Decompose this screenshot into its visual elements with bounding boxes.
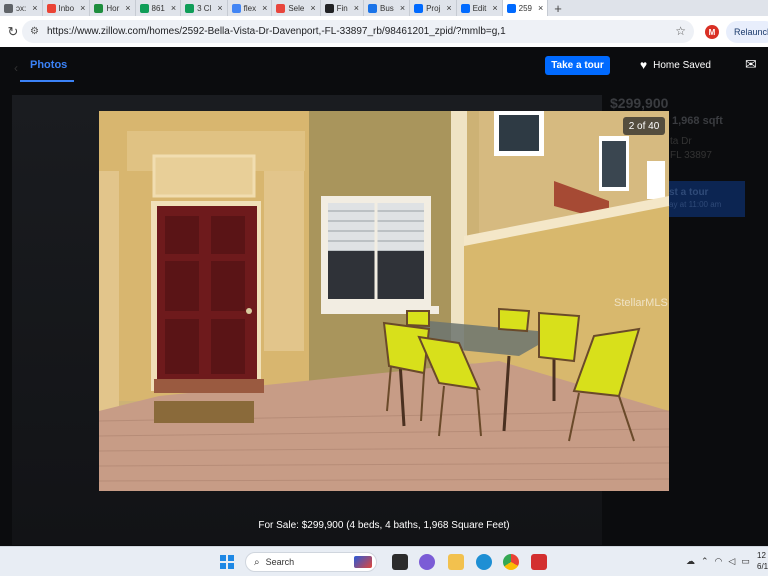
address-bar[interactable]: ⚙ https://www.zillow.com/homes/2592-Bell… [22,20,694,43]
profile-avatar[interactable]: M [705,25,719,39]
close-tab-icon[interactable]: × [125,3,130,13]
tab-label: Hor [106,3,120,13]
system-tray: ☁ ⌃ ◠ ◁ ▭ [686,556,750,567]
mls-watermark: StellarMLS [614,297,668,309]
background-price: $299,900 [610,95,669,111]
close-tab-icon[interactable]: × [262,3,267,13]
taskbar-search[interactable]: ⌕ Search [245,552,377,572]
close-tab-icon[interactable]: × [492,3,497,13]
tab-label: Sele [288,3,305,13]
share-mail-icon[interactable]: ✉ [745,56,757,73]
clock-time: 12 [757,551,766,560]
new-tab-button[interactable]: + [548,1,568,16]
tab-favicon-icon [139,3,149,13]
tab-favicon-icon [460,3,470,13]
tab-label: Bus [380,3,394,13]
tab-favicon-icon [324,3,334,13]
close-tab-icon[interactable]: × [171,3,176,13]
listing-photo[interactable]: StellarMLS [99,111,669,491]
page: $299,900 1,968 sqft ta Dr FL 33897 st a … [0,47,768,546]
background-address-line-1: ta Dr [670,136,692,147]
browser-tab[interactable]: 861 × [136,0,182,16]
clock[interactable]: 12 6/1 [757,550,768,572]
relaunch-button[interactable]: Relaunch t [726,21,768,43]
taskbar-search-label: Search [265,557,295,567]
edge-icon[interactable] [476,554,492,570]
back-arrow-icon[interactable]: ‹ [14,61,18,75]
background-sqft: 1,968 sqft [672,115,723,127]
background-address-line-2: FL 33897 [670,150,712,161]
background-address: ta Dr FL 33897 [670,135,712,163]
volume-icon[interactable]: ◁ [728,556,735,567]
browser-tab[interactable]: Inbo × [43,0,91,16]
browser-tab[interactable]: Fin × [321,0,365,16]
tab-photos-underline [20,80,74,82]
battery-icon[interactable]: ▭ [741,556,750,567]
browser-tab[interactable]: Sele × [272,0,321,16]
background-tour-time: ay at 11:00 am [669,200,722,209]
close-tab-icon[interactable]: × [32,3,37,13]
browser-tab[interactable]: 259 × [502,0,549,16]
file-explorer-icon[interactable] [448,554,464,570]
tab-label: Proj [426,3,441,13]
clock-date: 6/1 [757,562,768,571]
photo-caption: For Sale: $299,900 (4 beds, 4 baths, 1,9… [258,520,510,531]
site-info-icon[interactable]: ⚙ [30,26,39,37]
chevron-up-icon[interactable]: ⌃ [701,556,709,567]
close-tab-icon[interactable]: × [400,3,405,13]
patio-photo-illustration: StellarMLS [99,111,669,491]
browser-tab[interactable]: Bus × [364,0,411,16]
search-icon: ⌕ [254,556,260,568]
browser-tab[interactable]: Hor × [90,0,136,16]
cloud-icon[interactable]: ☁ [686,556,695,567]
search-highlight-icon [354,556,372,568]
task-view-icon[interactable] [392,554,408,570]
close-tab-icon[interactable]: × [80,3,85,13]
tab-label: Edit [472,3,487,13]
tab-label: 3 Cl [197,3,212,13]
close-tab-icon[interactable]: × [217,3,222,13]
photo-counter: 2 of 40 [623,117,665,135]
take-a-tour-button[interactable]: Take a tour [545,56,610,75]
browser-toolbar: ↻ ⚙ https://www.zillow.com/homes/2592-Be… [0,16,768,47]
tab-favicon-icon [414,3,424,13]
tab-favicon-icon [94,3,104,13]
tab-strip: ɔx: × Inbo × Hor × 861 × 3 Cl × flex × Sele × Fin × Bus ×… [0,0,768,16]
wifi-icon[interactable]: ◠ [715,556,723,567]
home-saved-label: Home Saved [653,59,711,71]
tab-label: ɔx: [16,3,27,13]
tab-label: flex [243,3,257,13]
bookmark-star-icon[interactable]: ☆ [675,24,686,38]
tab-favicon-icon [231,3,241,13]
browser-tab[interactable]: 3 Cl × [181,0,228,16]
chrome-icon[interactable] [503,554,519,570]
close-tab-icon[interactable]: × [354,3,359,13]
tab-favicon-icon [185,3,195,13]
windows-start-icon[interactable] [220,555,234,569]
url-text: https://www.zillow.com/homes/2592-Bella-… [46,26,506,37]
tab-photos[interactable]: Photos [30,59,67,71]
browser-tab[interactable]: ɔx: × [0,0,43,16]
tab-favicon-icon [506,3,516,13]
tab-favicon-icon [276,3,286,13]
home-saved-button[interactable]: ♥ Home Saved [640,58,711,72]
heart-icon: ♥ [640,58,648,72]
background-tour-label: st a tour [669,187,709,198]
tab-label: Inbo [58,3,75,13]
teams-icon[interactable] [419,554,435,570]
tab-favicon-icon [46,3,56,13]
tab-favicon-icon [368,3,378,13]
tab-label: 259 [518,3,532,13]
browser-tab[interactable]: flex × [228,0,273,16]
app-icon[interactable] [531,554,547,570]
tab-label: Fin [336,3,348,13]
tab-favicon-icon [4,3,13,13]
close-tab-icon[interactable]: × [538,3,543,13]
windows-taskbar: ⌕ Search ☁ ⌃ ◠ ◁ ▭ 12 6/1 [0,546,768,576]
close-tab-icon[interactable]: × [310,3,315,13]
tab-label: 861 [151,3,165,13]
browser-tab[interactable]: Edit × [457,0,503,16]
close-tab-icon[interactable]: × [446,3,451,13]
browser-tab[interactable]: Proj × [410,0,457,16]
